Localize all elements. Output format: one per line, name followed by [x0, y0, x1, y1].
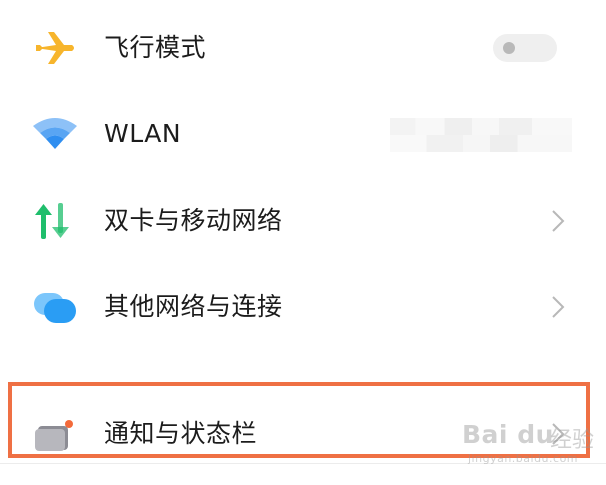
chevron-right-icon — [548, 208, 568, 234]
chevron-right-icon — [548, 294, 568, 320]
watermark-url: jingyan.baidu.com — [468, 452, 579, 465]
baidu-watermark: Bai du 经验 jingyan.baidu.com — [462, 416, 602, 468]
network-connections-icon — [30, 287, 80, 327]
watermark-text: 经验 — [550, 428, 595, 453]
settings-item-label: WLAN — [104, 119, 182, 148]
wifi-icon — [30, 114, 80, 154]
airplane-mode-toggle[interactable] — [493, 34, 557, 62]
settings-item-label: 双卡与移动网络 — [104, 206, 283, 235]
dual-sim-icon — [30, 201, 80, 241]
airplane-icon — [30, 28, 80, 68]
toggle-knob — [503, 42, 515, 54]
wlan-network-name-blurred — [390, 118, 572, 152]
settings-item-dual-sim[interactable]: 双卡与移动网络 — [0, 191, 606, 251]
watermark-logo: Bai du — [462, 420, 554, 449]
settings-item-label: 其他网络与连接 — [104, 292, 283, 321]
settings-item-other-networks[interactable]: 其他网络与连接 — [0, 277, 606, 337]
settings-item-label: 飞行模式 — [104, 33, 207, 62]
